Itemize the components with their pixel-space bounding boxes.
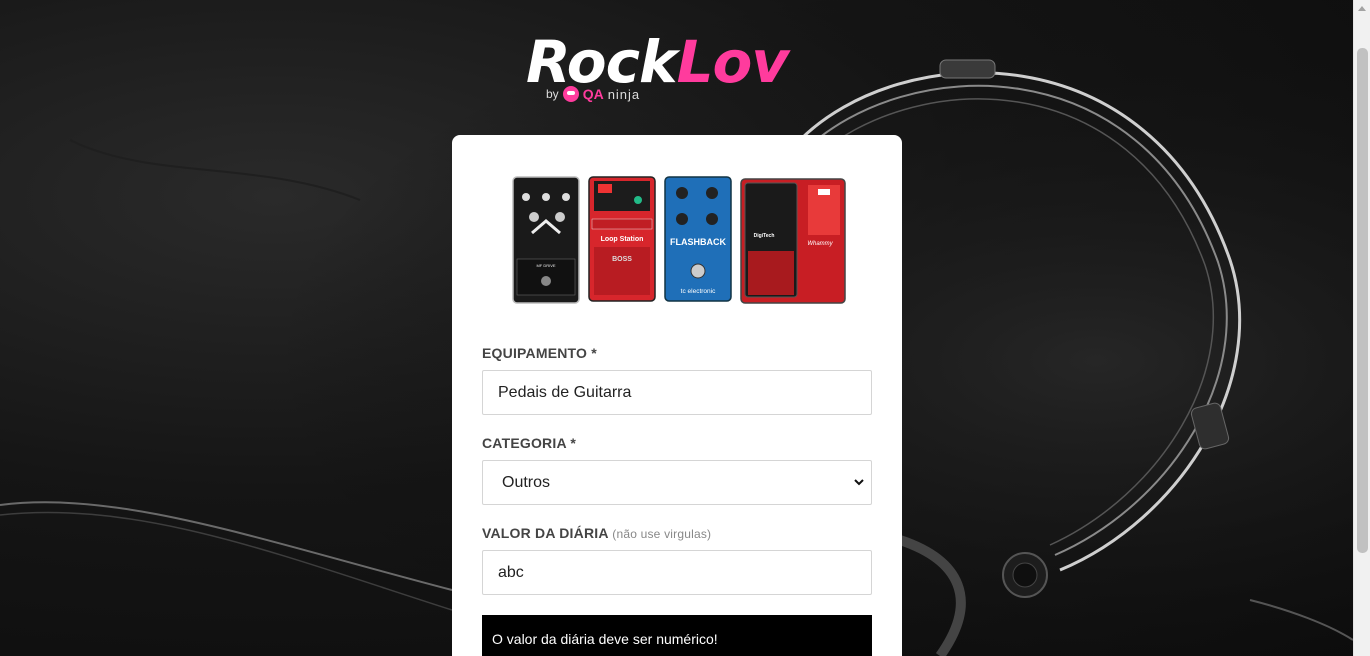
pedal-flashback: FLASHBACK tc electronic <box>664 176 732 302</box>
logo-lov: Lov <box>676 28 790 96</box>
pedals-thumbnail-image[interactable]: MF DRIVE Loop Station BOSS FLASHBACK tc … <box>512 175 847 307</box>
pedal-whammy: DigiTech Whammy <box>740 178 846 304</box>
scroll-up-icon[interactable] <box>1358 6 1366 11</box>
logo-ninja-text: ninja <box>607 86 641 102</box>
equipment-form-card: MF DRIVE Loop Station BOSS FLASHBACK tc … <box>452 135 902 656</box>
rocklov-logo: RockLov by QA ninja <box>526 30 836 108</box>
daily-price-label: VALOR DA DIÁRIA (não use virgulas) <box>482 525 711 541</box>
pedal-tc-label: tc electronic <box>681 288 716 295</box>
pedal-loop-station: Loop Station BOSS <box>588 176 656 302</box>
daily-price-label-text: VALOR DA DIÁRIA <box>482 525 609 541</box>
pedal-whammy-label: Whammy <box>807 241 833 247</box>
category-select[interactable]: Outros <box>482 460 872 505</box>
pedal-mf-drive-label: MF DRIVE <box>536 263 555 268</box>
pedal-boss-label: BOSS <box>612 256 632 263</box>
equipment-input[interactable]: Pedais de Guitarra <box>482 370 872 415</box>
equipment-label: EQUIPAMENTO * <box>482 345 597 361</box>
page-scrollbar[interactable] <box>1353 0 1370 656</box>
pedal-flashback-label: FLASHBACK <box>670 237 726 247</box>
logo-by-text: by <box>546 87 559 101</box>
price-error-alert: O valor da diária deve ser numérico! <box>482 615 872 656</box>
scrollbar-thumb[interactable] <box>1357 48 1368 553</box>
daily-price-input[interactable]: abc <box>482 550 872 595</box>
logo-byline: by QA ninja <box>546 86 640 102</box>
logo-qa-text: QA <box>582 86 604 102</box>
qaninja-mascot-icon <box>562 86 579 102</box>
pedal-digitech-label: DigiTech <box>754 233 775 239</box>
chevron-down-icon <box>854 479 864 486</box>
category-selected-value: Outros <box>502 474 551 491</box>
pedal-mf-drive: MF DRIVE <box>512 176 580 304</box>
category-label: CATEGORIA * <box>482 435 576 451</box>
pedal-loop-station-label: Loop Station <box>601 236 644 243</box>
logo-wordmark: RockLov <box>526 28 790 96</box>
daily-price-hint: (não use virgulas) <box>612 527 712 541</box>
